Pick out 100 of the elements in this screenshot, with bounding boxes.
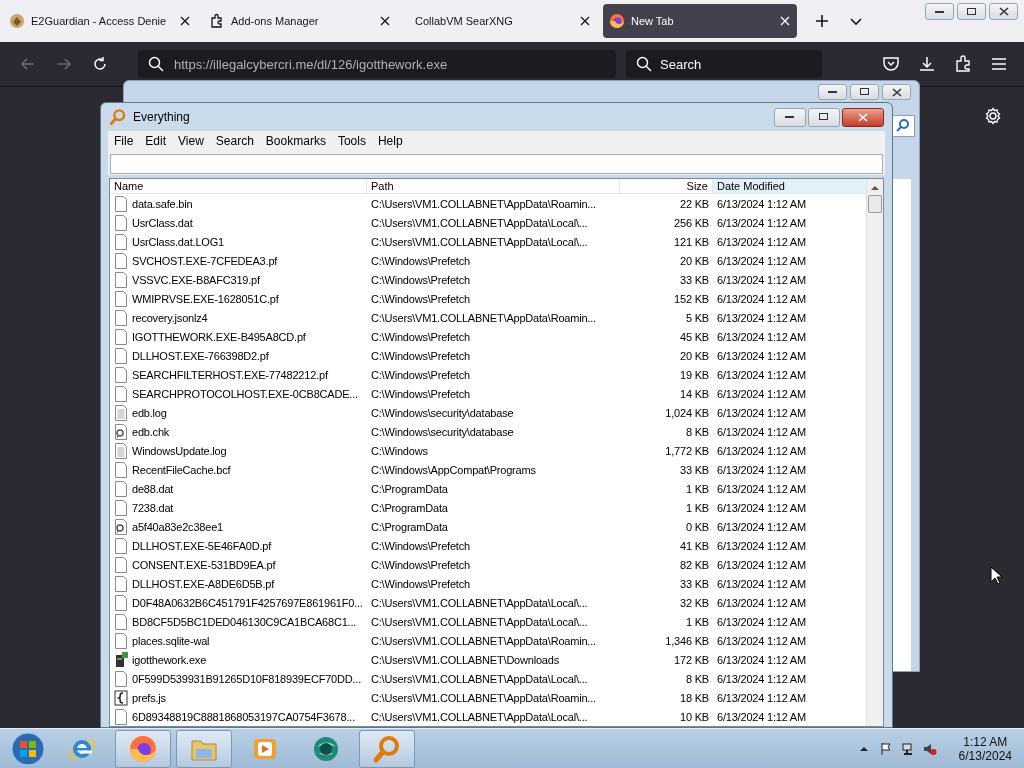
search-icon: [636, 56, 652, 72]
size-cell-text: 1,346 KB: [664, 633, 710, 649]
search-field[interactable]: Search: [626, 50, 822, 78]
reload-icon[interactable]: [92, 56, 108, 72]
date-cell-text: 6/13/2024 1:12 AM: [716, 386, 807, 402]
puzzle-icon[interactable]: [954, 55, 972, 73]
file-name-cell[interactable]: RecentFileCache.bcf: [110, 460, 367, 479]
file-name-cell[interactable]: WindowsUpdate.log: [110, 441, 367, 460]
menu-item[interactable]: Edit: [139, 134, 173, 148]
browser-tab[interactable]: New Tab: [603, 4, 797, 38]
minimize-button[interactable]: [925, 3, 954, 20]
network-icon[interactable]: [900, 741, 915, 756]
menu-item[interactable]: Help: [371, 134, 409, 148]
close-button[interactable]: [882, 84, 911, 100]
file-name: DLLHOST.EXE-5E46FA0D.pf: [132, 539, 272, 552]
search-input[interactable]: [110, 154, 883, 174]
file-name-cell[interactable]: DLLHOST.EXE-5E46FA0D.pf: [110, 536, 367, 555]
maximize-button[interactable]: [808, 107, 840, 127]
date-cell-text: 6/13/2024 1:12 AM: [716, 690, 807, 706]
file-name: CONSENT.EXE-531BD9EA.pf: [132, 558, 276, 571]
date-cell-text: 6/13/2024 1:12 AM: [716, 329, 807, 345]
close-icon[interactable]: [179, 15, 191, 27]
size-cell-text: 8 KB: [684, 671, 710, 687]
file-name-cell[interactable]: UsrClass.dat: [110, 213, 367, 232]
search-icon[interactable]: [891, 115, 915, 137]
date-cell-text: 6/13/2024 1:12 AM: [716, 500, 807, 516]
menu-item[interactable]: Tools: [331, 134, 372, 148]
file-name-cell[interactable]: data.safe.bin: [110, 194, 367, 213]
file-name: prefs.js: [132, 691, 166, 704]
size-cell-text: 10 KB: [679, 709, 710, 725]
path-cell-text: C:\Users\VM1.COLLABNET\AppData\Local\...: [370, 614, 589, 630]
clock-date: 6/13/2024: [958, 748, 1012, 763]
close-button[interactable]: [842, 107, 884, 127]
minimize-button[interactable]: [774, 107, 806, 127]
browser-tab[interactable]: E2Guardian - Access Denie: [3, 4, 197, 38]
download-icon[interactable]: [918, 55, 936, 73]
date-cell-text: 6/13/2024 1:12 AM: [716, 557, 807, 573]
file-name-cell[interactable]: prefs.js: [110, 688, 367, 707]
file-icon: [114, 271, 128, 288]
file-name-cell[interactable]: CONSENT.EXE-531BD9EA.pf: [110, 555, 367, 574]
size-cell-text: 1,772 KB: [664, 443, 710, 459]
browser-tab[interactable]: Add-ons Manager: [203, 4, 397, 38]
file-name-cell[interactable]: D0F48A0632B6C451791F4257697E861961F0...: [110, 593, 367, 612]
scrollbar[interactable]: [866, 179, 883, 726]
browser-tab[interactable]: CollabVM SearXNG: [403, 4, 597, 38]
start-button[interactable]: [8, 730, 48, 767]
menu-item[interactable]: File: [108, 134, 140, 148]
file-name-cell[interactable]: de88.dat: [110, 479, 367, 498]
file-name: UsrClass.dat.LOG1: [132, 235, 224, 248]
file-name-cell[interactable]: edb.chk: [110, 422, 367, 441]
file-icon: [114, 309, 128, 326]
path-cell-text: C:\Windows\Prefetch: [370, 386, 471, 402]
date-cell-text: 6/13/2024 1:12 AM: [716, 215, 807, 231]
pocket-icon[interactable]: [882, 55, 900, 73]
file-name-cell[interactable]: a5f40a83e2c38ee1: [110, 517, 367, 536]
maximize-button[interactable]: [957, 3, 986, 20]
file-name-cell[interactable]: DLLHOST.EXE-A8DE6D5B.pf: [110, 574, 367, 593]
flag-icon[interactable]: [878, 741, 893, 756]
forward-icon[interactable]: [56, 56, 72, 72]
speaker-muted-icon[interactable]: [922, 741, 937, 756]
file-name-cell[interactable]: recovery.jsonlz4: [110, 308, 367, 327]
file-name-cell[interactable]: DLLHOST.EXE-766398D2.pf: [110, 346, 367, 365]
file-name-cell[interactable]: UsrClass.dat.LOG1: [110, 232, 367, 251]
file-name-cell[interactable]: BD8CF5D5BC1DED046130C9CA1BCA68C1...: [110, 612, 367, 631]
scroll-up-icon[interactable]: [871, 185, 879, 191]
close-icon[interactable]: [379, 15, 391, 27]
size-cell-text: 172 KB: [673, 652, 710, 668]
address-bar[interactable]: https://illegalcybercri.me/dl/126/igotthework.exe: [138, 50, 616, 78]
file-name-cell[interactable]: 7238.dat: [110, 498, 367, 517]
file-name-cell[interactable]: igotthework.exe: [110, 650, 367, 669]
menu-icon[interactable]: [990, 55, 1008, 73]
menu-item[interactable]: Bookmarks: [259, 134, 332, 148]
menu-item[interactable]: View: [172, 134, 210, 148]
file-name: VSSVC.EXE-B8AFC319.pf: [132, 273, 260, 286]
file-name-cell[interactable]: places.sqlite-wal: [110, 631, 367, 650]
date-cell-text: 6/13/2024 1:12 AM: [716, 310, 807, 326]
close-icon[interactable]: [579, 15, 591, 27]
path-cell-text: C:\Users\VM1.COLLABNET\AppData\Roamin...: [370, 690, 597, 706]
close-button[interactable]: [989, 3, 1018, 20]
file-name-cell[interactable]: SVCHOST.EXE-7CFEDEA3.pf: [110, 251, 367, 270]
settings-icon[interactable]: [984, 107, 1002, 125]
file-name-cell[interactable]: VSSVC.EXE-B8AFC319.pf: [110, 270, 367, 289]
date-cell-text: 6/13/2024 1:12 AM: [716, 424, 807, 440]
minimize-button[interactable]: [818, 84, 847, 100]
menu-item[interactable]: Search: [209, 134, 260, 148]
file-name-cell[interactable]: WMIPRVSE.EXE-1628051C.pf: [110, 289, 367, 308]
maximize-button[interactable]: [850, 84, 879, 100]
file-name-cell[interactable]: 6D89348819C8881868053197CA0754F3678...: [110, 707, 367, 726]
path-cell-text: C:\ProgramData: [370, 500, 449, 516]
file-name-cell[interactable]: SEARCHFILTERHOST.EXE-77482212.pf: [110, 365, 367, 384]
file-name: data.safe.bin: [132, 197, 193, 210]
file-name-cell[interactable]: IGOTTHEWORK.EXE-B495A8CD.pf: [110, 327, 367, 346]
file-name-cell[interactable]: edb.log: [110, 403, 367, 422]
scroll-thumb[interactable]: [868, 195, 882, 213]
file-name-cell[interactable]: SEARCHPROTOCOLHOST.EXE-0CB8CADE...: [110, 384, 367, 403]
column-header[interactable]: Date Modified: [713, 179, 866, 193]
back-icon[interactable]: [20, 56, 36, 72]
taskbar-button[interactable]: [115, 729, 171, 768]
file-name-cell[interactable]: 0F599D539931B91265D10F818939ECF70DD...: [110, 669, 367, 688]
file-name: SEARCHPROTOCOLHOST.EXE-0CB8CADE...: [132, 387, 358, 400]
